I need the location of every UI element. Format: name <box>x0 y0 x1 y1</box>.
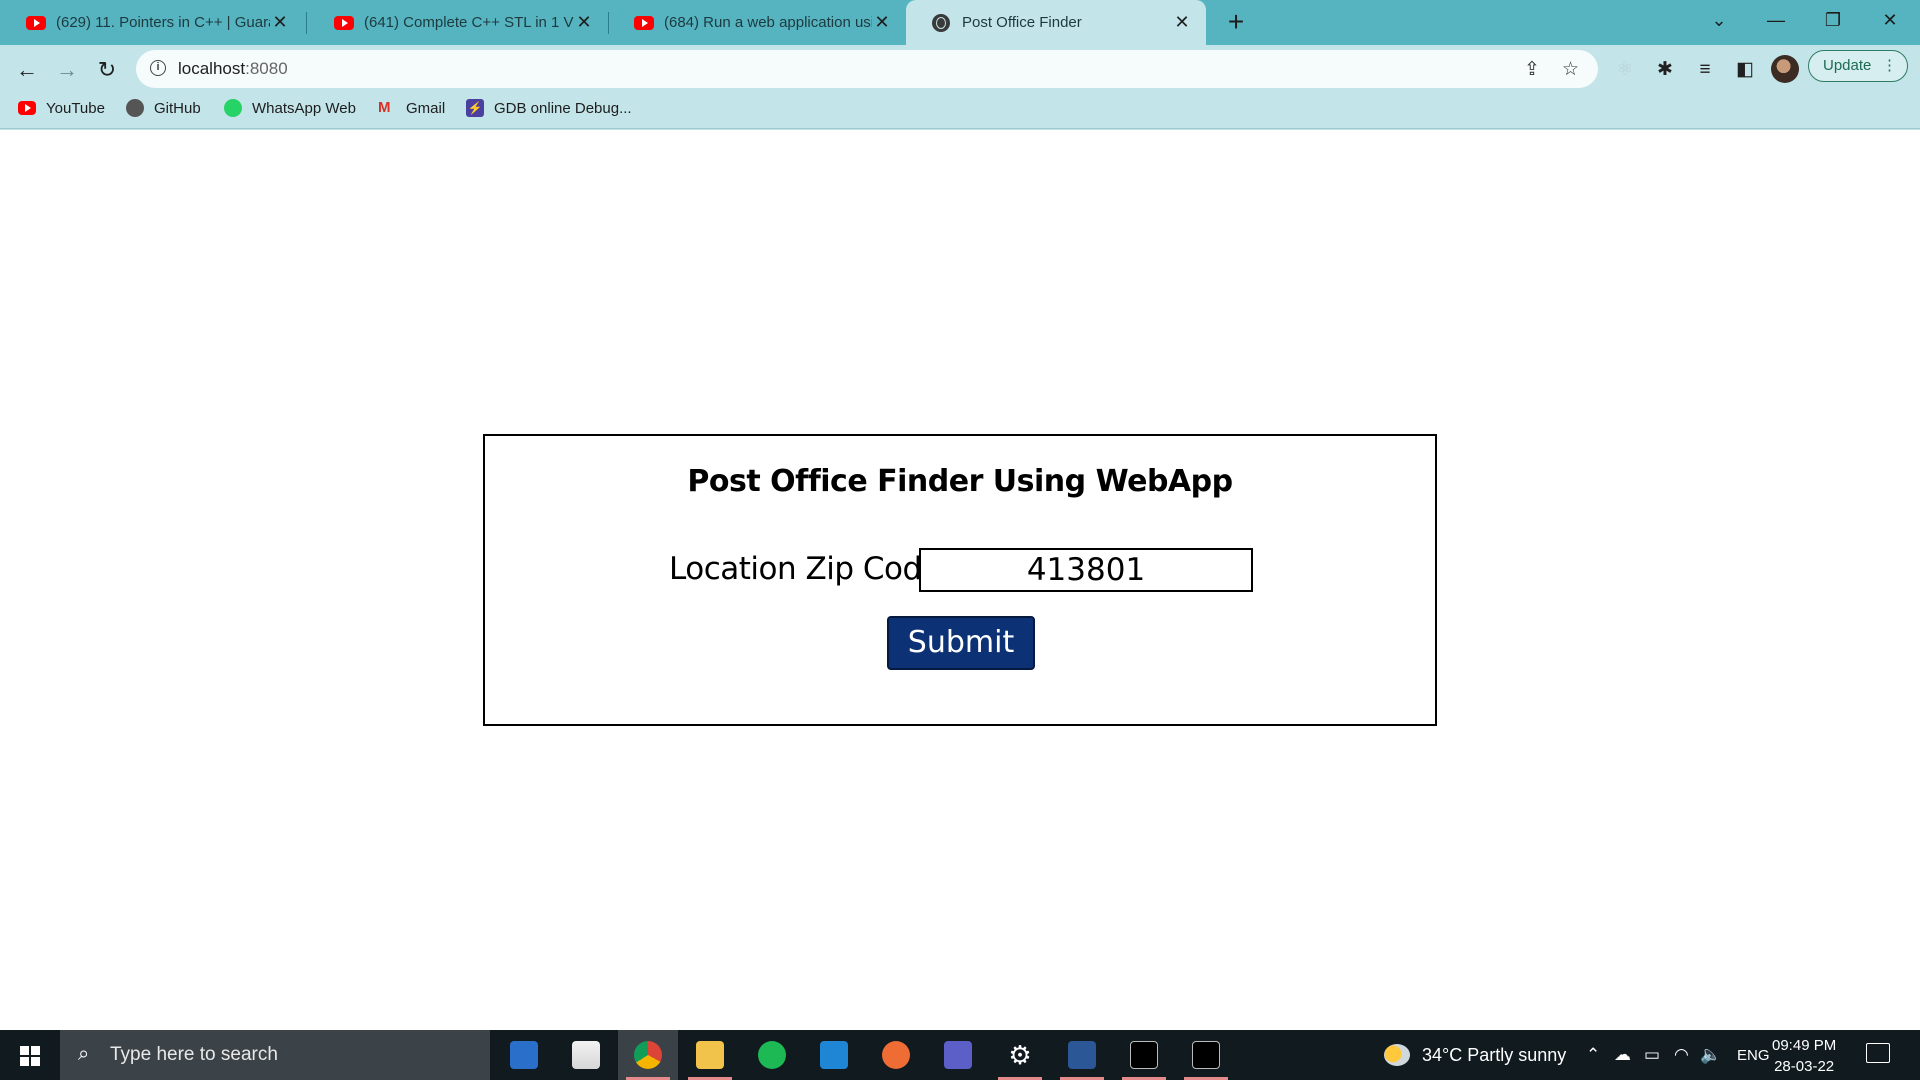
partly-sunny-icon <box>1384 1044 1410 1066</box>
bookmark-gdb[interactable]: ⚡ GDB online Debug... <box>466 95 632 121</box>
chrome-app-button[interactable] <box>618 1030 678 1080</box>
mail-icon <box>510 1041 538 1069</box>
word-app-button[interactable] <box>1052 1030 1112 1080</box>
url-text[interactable]: localhost:8080 <box>178 59 288 79</box>
post-office-finder-form: Post Office Finder Using WebApp Location… <box>483 434 1437 726</box>
store-app-button[interactable] <box>556 1030 616 1080</box>
terminal-icon <box>1130 1041 1158 1069</box>
windows-logo-icon <box>20 1046 40 1066</box>
tab-pointers[interactable]: (629) 11. Pointers in C++ | Guara ✕ <box>0 0 304 45</box>
search-placeholder: Type here to search <box>110 1044 278 1065</box>
tab-title: Post Office Finder <box>962 14 1082 31</box>
tab-web-application[interactable]: (684) Run a web application usin ✕ <box>608 0 906 45</box>
search-icon: ⌕ <box>78 1043 90 1065</box>
whatsapp-icon <box>224 99 242 117</box>
gear-icon: ⚙ <box>1008 1040 1032 1070</box>
close-icon[interactable]: ✕ <box>872 12 892 33</box>
extensions-puzzle-icon[interactable]: ✱ <box>1651 56 1679 84</box>
zip-code-label: Location Zip Code: <box>669 551 951 587</box>
onedrive-cloud-icon[interactable]: ☁ <box>1614 1045 1631 1065</box>
spotify-app-button[interactable] <box>742 1030 802 1080</box>
media-queue-icon[interactable]: ≡ <box>1691 56 1719 84</box>
forward-arrow-icon[interactable]: → <box>50 53 84 87</box>
terminal-icon <box>1192 1041 1220 1069</box>
zip-code-input[interactable] <box>919 548 1253 592</box>
submit-button[interactable]: Submit <box>887 616 1035 670</box>
address-bar[interactable]: i localhost:8080 ⇪ ☆ <box>136 50 1598 88</box>
taskbar-search-box[interactable]: ⌕ Type here to search <box>60 1030 490 1080</box>
close-icon[interactable]: ✕ <box>270 12 290 33</box>
site-info-icon[interactable]: i <box>150 60 166 76</box>
chrome-icon <box>634 1041 662 1069</box>
react-devtools-icon[interactable]: ⚛ <box>1611 56 1639 84</box>
close-icon[interactable]: ✕ <box>1172 12 1192 33</box>
show-hidden-icons-chevron-icon[interactable]: ⌃ <box>1586 1045 1600 1065</box>
store-icon <box>572 1041 600 1069</box>
weather-widget[interactable]: 34°C Partly sunny <box>1384 1044 1566 1066</box>
mail-app-button[interactable] <box>494 1030 554 1080</box>
globe-icon <box>932 13 950 32</box>
youtube-icon <box>26 15 46 30</box>
close-icon[interactable]: ✕ <box>574 12 594 33</box>
tab-post-office-finder[interactable]: Post Office Finder ✕ <box>906 0 1206 45</box>
update-button[interactable]: Update ⋮ <box>1808 50 1908 82</box>
wifi-icon[interactable]: ◠ <box>1674 1045 1689 1065</box>
toolbar-divider <box>0 128 1920 129</box>
weather-text: 34°C Partly sunny <box>1422 1044 1567 1065</box>
tab-title: (684) Run a web application usin <box>664 14 872 31</box>
folder-icon <box>696 1041 724 1069</box>
file-explorer-button[interactable] <box>680 1030 740 1080</box>
restore-button[interactable]: ❐ <box>1805 0 1861 40</box>
side-panel-icon[interactable]: ◧ <box>1731 56 1759 84</box>
minimize-button[interactable]: — <box>1748 0 1804 40</box>
tab-divider <box>306 12 307 34</box>
bookmark-gmail[interactable]: M Gmail <box>378 95 445 121</box>
gdb-icon: ⚡ <box>466 99 484 117</box>
language-indicator[interactable]: ENG <box>1737 1047 1770 1064</box>
notification-center-icon[interactable] <box>1866 1043 1890 1063</box>
bookmark-star-icon[interactable]: ☆ <box>1562 58 1579 81</box>
profile-avatar[interactable] <box>1771 55 1799 83</box>
tab-strip: (629) 11. Pointers in C++ | Guara ✕ (641… <box>0 0 1920 45</box>
teams-app-button[interactable] <box>928 1030 988 1080</box>
terminal-app-button-2[interactable] <box>1176 1030 1236 1080</box>
bookmark-youtube[interactable]: YouTube <box>18 95 105 121</box>
word-icon <box>1068 1041 1096 1069</box>
postman-app-button[interactable] <box>866 1030 926 1080</box>
clock[interactable]: 09:49 PM 28-03-22 <box>1772 1035 1836 1077</box>
postman-icon <box>882 1041 910 1069</box>
vscode-app-button[interactable] <box>804 1030 864 1080</box>
more-menu-icon[interactable]: ⋮ <box>1882 51 1897 80</box>
tab-title: (641) Complete C++ STL in 1 Vid <box>364 14 574 31</box>
share-icon[interactable]: ⇪ <box>1524 58 1540 81</box>
youtube-icon <box>18 101 36 115</box>
volume-icon[interactable]: 🔈 <box>1700 1045 1721 1065</box>
taskbar: ⌕ Type here to search ⚙ 34°C Partly sunn… <box>0 1030 1920 1080</box>
clock-time: 09:49 PM <box>1772 1037 1837 1054</box>
terminal-app-button[interactable] <box>1114 1030 1174 1080</box>
clock-date: 28-03-22 <box>1774 1058 1835 1075</box>
tab-cpp-stl[interactable]: (641) Complete C++ STL in 1 Vid ✕ <box>308 0 608 45</box>
reload-icon[interactable]: ↻ <box>90 53 124 87</box>
back-arrow-icon[interactable]: ← <box>10 53 44 87</box>
tab-search-dropdown-icon[interactable]: ⌄ <box>1691 0 1747 40</box>
teams-icon <box>944 1041 972 1069</box>
page-title: Post Office Finder Using WebApp <box>687 464 1233 499</box>
tab-title: (629) 11. Pointers in C++ | Guara <box>56 14 270 31</box>
gmail-icon: M <box>378 99 391 116</box>
github-icon <box>126 99 144 117</box>
bookmark-github[interactable]: GitHub <box>126 95 201 121</box>
start-button[interactable] <box>0 1030 60 1080</box>
browser-toolbar: ← → ↻ i localhost:8080 ⇪ ☆ ⚛ ✱ ≡ ◧ Updat… <box>0 45 1920 130</box>
battery-icon[interactable]: ▭ <box>1644 1045 1660 1065</box>
vscode-icon <box>820 1041 848 1069</box>
bookmark-whatsapp[interactable]: WhatsApp Web <box>224 95 356 121</box>
new-tab-button[interactable]: + <box>1220 6 1252 38</box>
spotify-icon <box>758 1041 786 1069</box>
settings-app-button[interactable]: ⚙ <box>990 1030 1050 1080</box>
youtube-icon <box>334 15 354 30</box>
close-window-button[interactable]: ✕ <box>1862 0 1918 40</box>
youtube-icon <box>634 15 654 30</box>
